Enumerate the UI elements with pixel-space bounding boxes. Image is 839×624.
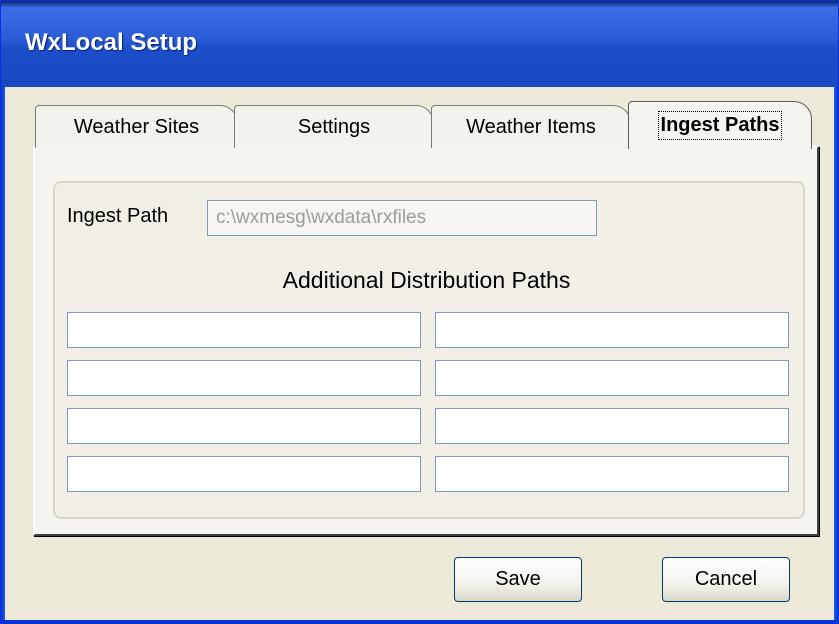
tab-label: Weather Sites [73,115,200,138]
window-frame-right [834,87,838,624]
tab-label: Settings [297,115,371,138]
tab-ingest-paths[interactable]: Ingest Paths [628,101,812,149]
tab-weather-items[interactable]: Weather Items [431,105,631,148]
save-button[interactable]: Save [454,557,582,602]
ingest-path-input[interactable] [207,200,597,236]
distribution-path-input-7[interactable] [67,456,421,492]
window-frame-bottom [1,620,838,624]
tab-label: Ingest Paths [657,111,783,140]
tab-settings[interactable]: Settings [234,105,434,148]
distribution-path-input-2[interactable] [435,312,789,348]
distribution-path-input-8[interactable] [435,456,789,492]
distribution-path-input-5[interactable] [67,408,421,444]
distribution-path-input-3[interactable] [67,360,421,396]
title-bar[interactable]: WxLocal Setup [1,1,838,87]
distribution-path-input-4[interactable] [435,360,789,396]
setup-dialog: WxLocal Setup Weather Sites Settings Wea… [0,0,839,624]
distribution-paths-heading: Additional Distribution Paths [282,267,571,293]
tab-weather-sites[interactable]: Weather Sites [35,105,238,148]
tab-label: Weather Items [466,115,596,138]
cancel-button[interactable]: Cancel [662,557,790,602]
distribution-path-input-1[interactable] [67,312,421,348]
window-frame-left [1,87,5,624]
window-title: WxLocal Setup [25,29,198,56]
distribution-path-input-6[interactable] [435,408,789,444]
ingest-path-label: Ingest Path [67,205,169,227]
